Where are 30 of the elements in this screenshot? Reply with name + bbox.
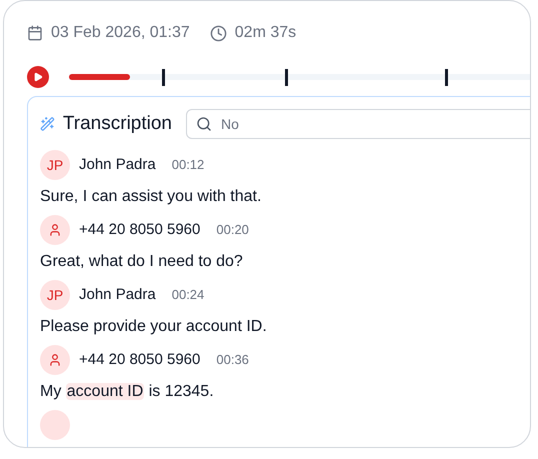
play-icon	[33, 72, 44, 82]
speaker-name: John Padra	[79, 284, 156, 305]
avatar	[40, 410, 70, 440]
search-field[interactable]: No	[186, 109, 530, 139]
play-button[interactable]	[27, 66, 49, 88]
avatar: JP	[40, 150, 70, 180]
message-text: Great, what do I need to do?	[40, 253, 244, 271]
marker-tick	[444, 68, 448, 86]
marker-tick	[162, 68, 165, 86]
magic-wand-icon	[40, 114, 55, 134]
panel-title: Transcription	[62, 112, 172, 136]
timestamp: 00:20	[216, 221, 249, 240]
calendar-icon	[27, 25, 43, 41]
speaker-name: +44 20 8050 5960	[79, 350, 200, 370]
timestamp: 00:12	[172, 156, 204, 174]
person-icon	[48, 223, 62, 237]
speaker-name: +44 20 8050 5960	[79, 220, 200, 240]
search-icon	[196, 116, 212, 132]
timestamp: 00:24	[172, 286, 204, 304]
message-text: Please provide your account ID.	[40, 318, 268, 336]
person-icon	[48, 353, 62, 367]
message-text: Sure, I can assist you with that.	[40, 188, 262, 206]
avatar: JP	[40, 280, 70, 310]
speaker-name: John Padra	[79, 154, 156, 175]
clock-icon	[210, 24, 227, 42]
marker-tick	[284, 68, 288, 86]
call-duration: 02m 37s	[234, 23, 296, 43]
message-text: My account ID is 12345.	[40, 383, 215, 401]
timestamp: 00:36	[216, 351, 249, 370]
call-date: 03 Feb 2026, 01:37	[51, 23, 190, 43]
